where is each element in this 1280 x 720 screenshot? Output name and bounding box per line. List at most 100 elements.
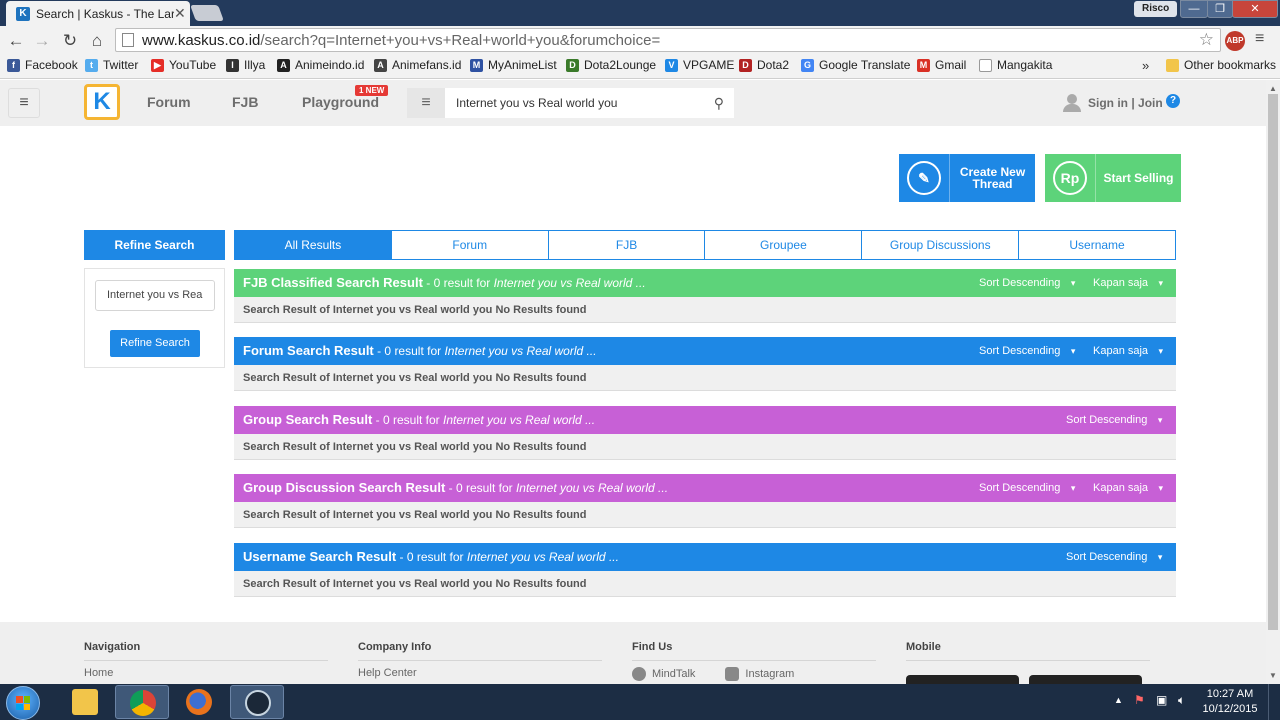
address-bar[interactable]: www.kaskus.co.id/search?q=Internet+you+v…: [115, 28, 1221, 52]
bookmark-label: Facebook: [25, 58, 78, 72]
firefox-taskbar-button[interactable]: [172, 685, 226, 719]
tray-expand-icon[interactable]: ▲: [1114, 695, 1123, 705]
tab-groupee[interactable]: Groupee: [705, 230, 863, 260]
pencil-icon: ✎: [907, 161, 941, 195]
tab-forum[interactable]: Forum: [391, 230, 549, 260]
scrollbar-thumb[interactable]: [1268, 94, 1278, 630]
forward-icon[interactable]: →: [31, 30, 53, 52]
play-store-badge[interactable]: [1029, 675, 1142, 684]
page-icon: [122, 33, 134, 47]
tab-username[interactable]: Username: [1019, 230, 1176, 260]
bookmark-dota2lounge[interactable]: D Dota2Lounge: [566, 58, 656, 72]
tab-fjb[interactable]: FJB: [548, 230, 706, 260]
steam-taskbar-button[interactable]: [230, 685, 284, 719]
bookmark-dota2[interactable]: D Dota2: [739, 58, 789, 72]
scroll-up-icon[interactable]: ▲: [1269, 84, 1277, 93]
search-category-menu-icon[interactable]: ≡: [407, 88, 445, 118]
minimize-button[interactable]: —: [1180, 0, 1208, 18]
scroll-down-icon[interactable]: ▼: [1269, 671, 1277, 680]
sort-dropdown[interactable]: Sort Descending: [979, 269, 1075, 297]
search-icon[interactable]: ⚲: [714, 88, 724, 118]
forum-result-header: Forum Search Result - 0 result for Inter…: [234, 337, 1176, 365]
bookmark-vpgame[interactable]: V VPGAME: [665, 58, 734, 72]
nav-forum[interactable]: Forum: [147, 94, 191, 110]
volume-icon[interactable]: 🔈︎: [1178, 693, 1185, 708]
bookmarks-overflow-icon[interactable]: »: [1142, 58, 1149, 73]
footer-link-help-center[interactable]: Help Center: [358, 667, 602, 679]
close-window-button[interactable]: ✕: [1232, 0, 1278, 18]
time-dropdown[interactable]: Kapan saja: [1093, 337, 1163, 365]
footer-heading: Mobile: [906, 641, 1150, 661]
chrome-menu-icon[interactable]: ≡: [1255, 30, 1264, 48]
bookmark-label: Gmail: [935, 58, 967, 72]
dota2-icon: D: [739, 58, 752, 72]
taskbar-clock[interactable]: 10:27 AM 10/12/2015: [1198, 687, 1262, 717]
menu-icon[interactable]: ≡: [8, 88, 40, 118]
footer-link-mindtalk[interactable]: MindTalk: [652, 668, 695, 680]
bookmark-twitter[interactable]: t Twitter: [85, 58, 138, 72]
sort-dropdown[interactable]: Sort Descending: [1066, 543, 1162, 571]
illya-icon: I: [226, 58, 239, 72]
search-input[interactable]: Internet you vs Real world you ⚲: [445, 88, 734, 118]
chrome-taskbar-button[interactable]: [115, 685, 169, 719]
tab-all-results[interactable]: All Results: [234, 230, 392, 260]
nav-fjb[interactable]: FJB: [232, 94, 258, 110]
bookmark-star-icon[interactable]: ☆: [1199, 30, 1214, 50]
sort-dropdown[interactable]: Sort Descending: [1066, 406, 1162, 434]
bookmark-mangakita[interactable]: Mangakita: [979, 58, 1052, 72]
browser-tab-strip: K Search | Kaskus - The Larg ✕ Risco — ❐…: [0, 0, 1280, 26]
bookmark-youtube[interactable]: ▶ YouTube: [151, 58, 216, 72]
action-center-flag-icon[interactable]: ⚑: [1134, 693, 1145, 707]
bookmark-label: MyAnimeList: [488, 58, 557, 72]
animeindo-icon: A: [277, 58, 290, 72]
refine-search-button[interactable]: Refine Search: [110, 330, 200, 357]
sign-in-label: Sign in | Join: [1088, 96, 1163, 110]
bookmark-myanimelist[interactable]: M MyAnimeList: [470, 58, 557, 72]
bookmark-illya[interactable]: I Illya: [226, 58, 265, 72]
new-tab-button[interactable]: [190, 5, 224, 21]
create-new-thread-button[interactable]: ✎ Create New Thread: [899, 154, 1035, 202]
other-bookmarks[interactable]: Other bookmarks: [1166, 58, 1276, 72]
bookmark-animefans[interactable]: A Animefans.id: [374, 58, 461, 72]
sign-in-join-link[interactable]: Sign in | Join: [1062, 94, 1163, 112]
explorer-taskbar-button[interactable]: [58, 685, 112, 719]
time-dropdown[interactable]: Kapan saja: [1093, 474, 1163, 502]
username-result-body: Search Result of Internet you vs Real wo…: [234, 571, 1176, 597]
group-result-body: Search Result of Internet you vs Real wo…: [234, 434, 1176, 460]
maximize-button[interactable]: ❐: [1207, 0, 1233, 18]
browser-tab[interactable]: K Search | Kaskus - The Larg ✕: [6, 1, 190, 26]
footer-link-home[interactable]: Home: [84, 667, 328, 679]
page-scrollbar[interactable]: ▲ ▼: [1266, 80, 1280, 684]
bookmark-facebook[interactable]: f Facebook: [7, 58, 78, 72]
footer-link-instagram[interactable]: Instagram: [745, 668, 794, 680]
windows-start-icon[interactable]: [6, 686, 40, 720]
gmail-icon: M: [917, 58, 930, 72]
bookmark-animeindo[interactable]: A Animeindo.id: [277, 58, 364, 72]
back-icon[interactable]: ←: [5, 30, 27, 52]
nav-playground[interactable]: Playground: [302, 94, 379, 110]
network-icon[interactable]: ▣: [1156, 693, 1167, 707]
adblock-plus-icon[interactable]: ABP: [1225, 31, 1245, 51]
sort-dropdown[interactable]: Sort Descending: [979, 337, 1075, 365]
tab-close-icon[interactable]: ✕: [174, 5, 190, 22]
home-icon[interactable]: ⌂: [86, 30, 108, 52]
bookmark-label: Mangakita: [997, 58, 1053, 72]
group-discussion-result-body: Search Result of Internet you vs Real wo…: [234, 502, 1176, 528]
new-badge: 1 NEW: [355, 85, 389, 96]
bookmark-label: Animeindo.id: [295, 58, 365, 72]
tab-group-discussions[interactable]: Group Discussions: [862, 230, 1020, 260]
chrome-user-badge[interactable]: Risco: [1134, 1, 1178, 17]
show-desktop-button[interactable]: [1268, 684, 1280, 720]
refine-search-input[interactable]: Internet you vs Rea: [95, 280, 215, 311]
app-store-badge[interactable]: [906, 675, 1019, 684]
reload-icon[interactable]: ↻: [59, 30, 81, 52]
bookmark-gmail[interactable]: M Gmail: [917, 58, 966, 72]
sort-dropdown[interactable]: Sort Descending: [979, 474, 1075, 502]
time-dropdown[interactable]: Kapan saja: [1093, 269, 1163, 297]
bookmark-label: Google Translate: [819, 58, 911, 72]
kaskus-logo[interactable]: K: [84, 84, 120, 120]
help-icon[interactable]: ?: [1166, 94, 1180, 108]
start-selling-button[interactable]: Rp Start Selling: [1045, 154, 1181, 202]
bookmark-google-translate[interactable]: G Google Translate: [801, 58, 910, 72]
fjb-result-body: Search Result of Internet you vs Real wo…: [234, 297, 1176, 323]
